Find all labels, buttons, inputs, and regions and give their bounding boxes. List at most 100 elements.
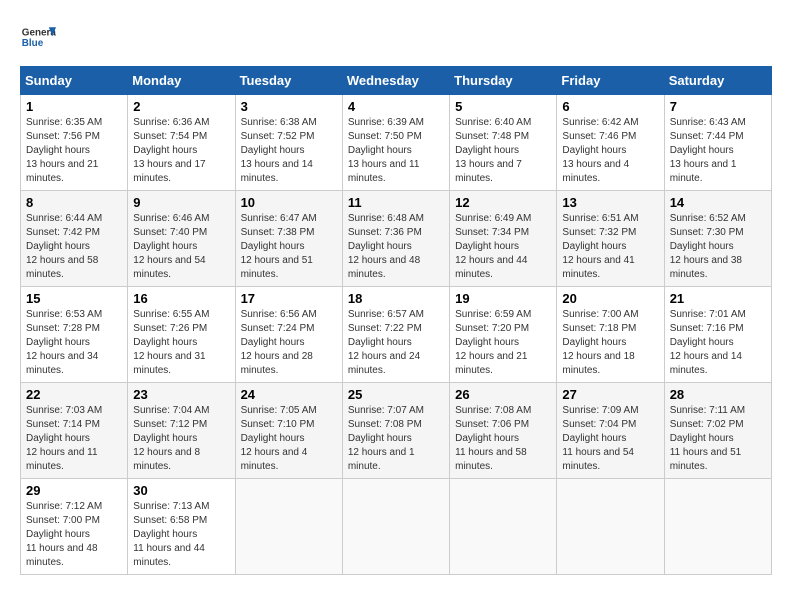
calendar-cell: 9 Sunrise: 6:46 AMSunset: 7:40 PMDaylight… [128, 191, 235, 287]
day-number: 29 [26, 483, 122, 498]
calendar-cell: 18 Sunrise: 6:57 AMSunset: 7:22 PMDayligh… [342, 287, 449, 383]
day-number: 10 [241, 195, 337, 210]
day-number: 13 [562, 195, 658, 210]
day-info: Sunrise: 7:01 AMSunset: 7:16 PMDaylight … [670, 308, 766, 378]
day-info: Sunrise: 6:39 AMSunset: 7:50 PMDaylight … [348, 116, 444, 186]
calendar-cell: 23 Sunrise: 7:04 AMSunset: 7:12 PMDayligh… [128, 383, 235, 479]
calendar-cell: 1Sunrise: 6:35 AMSunset: 7:56 PMDaylight… [21, 95, 128, 191]
weekday-header-sunday: Sunday [21, 67, 128, 95]
calendar-cell: 22 Sunrise: 7:03 AMSunset: 7:14 PMDayligh… [21, 383, 128, 479]
calendar-cell: 25 Sunrise: 7:07 AMSunset: 7:08 PMDayligh… [342, 383, 449, 479]
general-blue-logo-icon: General Blue [20, 20, 56, 56]
day-info: Sunrise: 7:03 AMSunset: 7:14 PMDaylight … [26, 404, 122, 474]
day-info: Sunrise: 6:43 AMSunset: 7:44 PMDaylight … [670, 116, 766, 186]
day-number: 8 [26, 195, 122, 210]
day-info: Sunrise: 6:59 AMSunset: 7:20 PMDaylight … [455, 308, 551, 378]
svg-text:Blue: Blue [22, 38, 44, 49]
day-number: 6 [562, 99, 658, 114]
day-info: Sunrise: 7:11 AMSunset: 7:02 PMDaylight … [670, 404, 766, 474]
day-number: 5 [455, 99, 551, 114]
day-info: Sunrise: 7:07 AMSunset: 7:08 PMDaylight … [348, 404, 444, 474]
weekday-header-monday: Monday [128, 67, 235, 95]
calendar-cell: 11 Sunrise: 6:48 AMSunset: 7:36 PMDayligh… [342, 191, 449, 287]
day-info: Sunrise: 6:55 AMSunset: 7:26 PMDaylight … [133, 308, 229, 378]
day-number: 7 [670, 99, 766, 114]
page-header: General Blue [20, 20, 772, 56]
calendar-week-1: 1Sunrise: 6:35 AMSunset: 7:56 PMDaylight… [21, 95, 772, 191]
calendar-cell: 12 Sunrise: 6:49 AMSunset: 7:34 PMDayligh… [450, 191, 557, 287]
day-info: Sunrise: 7:12 AMSunset: 7:00 PMDaylight … [26, 500, 122, 570]
calendar-cell [664, 479, 771, 575]
calendar-cell: 4 Sunrise: 6:39 AMSunset: 7:50 PMDaylight… [342, 95, 449, 191]
day-number: 18 [348, 291, 444, 306]
calendar-cell: 28 Sunrise: 7:11 AMSunset: 7:02 PMDayligh… [664, 383, 771, 479]
calendar-table: SundayMondayTuesdayWednesdayThursdayFrid… [20, 66, 772, 575]
day-number: 22 [26, 387, 122, 402]
day-info: Sunrise: 7:04 AMSunset: 7:12 PMDaylight … [133, 404, 229, 474]
day-number: 27 [562, 387, 658, 402]
calendar-cell: 26 Sunrise: 7:08 AMSunset: 7:06 PMDayligh… [450, 383, 557, 479]
logo: General Blue [20, 20, 56, 56]
day-number: 24 [241, 387, 337, 402]
day-info: Sunrise: 6:49 AMSunset: 7:34 PMDaylight … [455, 212, 551, 282]
day-info: Sunrise: 6:47 AMSunset: 7:38 PMDaylight … [241, 212, 337, 282]
day-info: Sunrise: 6:57 AMSunset: 7:22 PMDaylight … [348, 308, 444, 378]
day-number: 23 [133, 387, 229, 402]
calendar-cell [450, 479, 557, 575]
calendar-week-4: 22 Sunrise: 7:03 AMSunset: 7:14 PMDayligh… [21, 383, 772, 479]
weekday-header-friday: Friday [557, 67, 664, 95]
day-number: 21 [670, 291, 766, 306]
day-number: 26 [455, 387, 551, 402]
day-number: 3 [241, 99, 337, 114]
weekday-header-thursday: Thursday [450, 67, 557, 95]
calendar-cell: 16 Sunrise: 6:55 AMSunset: 7:26 PMDayligh… [128, 287, 235, 383]
calendar-week-5: 29 Sunrise: 7:12 AMSunset: 7:00 PMDayligh… [21, 479, 772, 575]
day-info: Sunrise: 7:08 AMSunset: 7:06 PMDaylight … [455, 404, 551, 474]
calendar-cell: 30Sunrise: 7:13 AMSunset: 6:58 PMDayligh… [128, 479, 235, 575]
day-number: 16 [133, 291, 229, 306]
calendar-cell: 14 Sunrise: 6:52 AMSunset: 7:30 PMDayligh… [664, 191, 771, 287]
day-info: Sunrise: 6:42 AMSunset: 7:46 PMDaylight … [562, 116, 658, 186]
day-info: Sunrise: 6:35 AMSunset: 7:56 PMDaylight … [26, 116, 122, 186]
day-info: Sunrise: 6:44 AMSunset: 7:42 PMDaylight … [26, 212, 122, 282]
day-number: 14 [670, 195, 766, 210]
calendar-cell: 3 Sunrise: 6:38 AMSunset: 7:52 PMDaylight… [235, 95, 342, 191]
day-info: Sunrise: 6:40 AMSunset: 7:48 PMDaylight … [455, 116, 551, 186]
calendar-cell: 13Sunrise: 6:51 AMSunset: 7:32 PMDayligh… [557, 191, 664, 287]
calendar-week-3: 15 Sunrise: 6:53 AMSunset: 7:28 PMDayligh… [21, 287, 772, 383]
day-number: 17 [241, 291, 337, 306]
day-number: 11 [348, 195, 444, 210]
calendar-cell [342, 479, 449, 575]
day-info: Sunrise: 6:46 AMSunset: 7:40 PMDaylight … [133, 212, 229, 282]
calendar-cell: 17 Sunrise: 6:56 AMSunset: 7:24 PMDayligh… [235, 287, 342, 383]
day-number: 4 [348, 99, 444, 114]
calendar-cell: 8 Sunrise: 6:44 AMSunset: 7:42 PMDaylight… [21, 191, 128, 287]
calendar-cell: 7 Sunrise: 6:43 AMSunset: 7:44 PMDaylight… [664, 95, 771, 191]
day-info: Sunrise: 7:13 AMSunset: 6:58 PMDaylight … [133, 500, 229, 570]
day-number: 15 [26, 291, 122, 306]
day-info: Sunrise: 6:52 AMSunset: 7:30 PMDaylight … [670, 212, 766, 282]
weekday-header-wednesday: Wednesday [342, 67, 449, 95]
day-number: 9 [133, 195, 229, 210]
calendar-cell [235, 479, 342, 575]
day-info: Sunrise: 6:38 AMSunset: 7:52 PMDaylight … [241, 116, 337, 186]
day-info: Sunrise: 7:05 AMSunset: 7:10 PMDaylight … [241, 404, 337, 474]
day-info: Sunrise: 6:48 AMSunset: 7:36 PMDaylight … [348, 212, 444, 282]
calendar-cell: 10 Sunrise: 6:47 AMSunset: 7:38 PMDayligh… [235, 191, 342, 287]
day-info: Sunrise: 7:09 AMSunset: 7:04 PMDaylight … [562, 404, 658, 474]
calendar-cell: 29 Sunrise: 7:12 AMSunset: 7:00 PMDayligh… [21, 479, 128, 575]
day-info: Sunrise: 6:56 AMSunset: 7:24 PMDaylight … [241, 308, 337, 378]
day-number: 25 [348, 387, 444, 402]
calendar-cell: 24 Sunrise: 7:05 AMSunset: 7:10 PMDayligh… [235, 383, 342, 479]
calendar-cell: 20Sunrise: 7:00 AMSunset: 7:18 PMDayligh… [557, 287, 664, 383]
day-number: 19 [455, 291, 551, 306]
calendar-cell [557, 479, 664, 575]
day-number: 28 [670, 387, 766, 402]
day-info: Sunrise: 6:53 AMSunset: 7:28 PMDaylight … [26, 308, 122, 378]
day-info: Sunrise: 7:00 AMSunset: 7:18 PMDaylight … [562, 308, 658, 378]
weekday-header-tuesday: Tuesday [235, 67, 342, 95]
day-number: 2 [133, 99, 229, 114]
day-number: 12 [455, 195, 551, 210]
calendar-cell: 19 Sunrise: 6:59 AMSunset: 7:20 PMDayligh… [450, 287, 557, 383]
weekday-header-saturday: Saturday [664, 67, 771, 95]
